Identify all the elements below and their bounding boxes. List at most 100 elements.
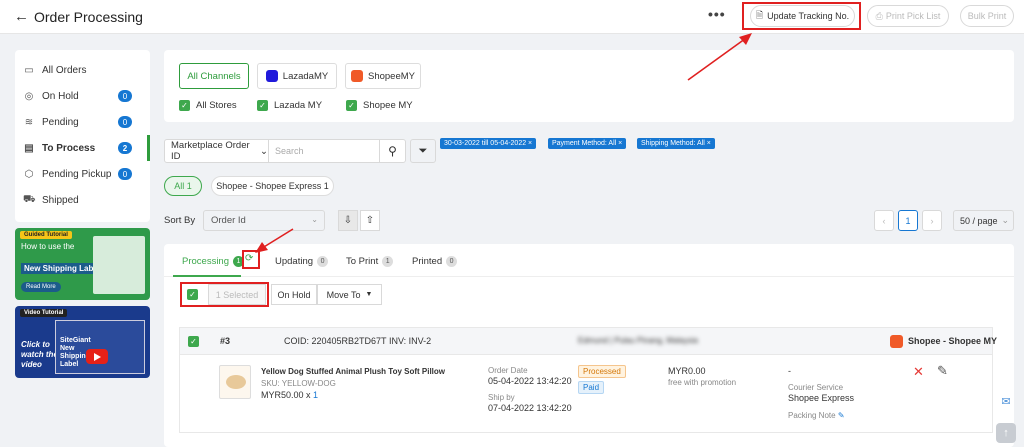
guided-tutorial-banner[interactable]: Guided Tutorial How to use the New Shipp… bbox=[15, 228, 150, 300]
count-badge: 2 bbox=[118, 142, 132, 154]
mail-icon[interactable]: ✉ bbox=[996, 391, 1016, 411]
filter-icon[interactable]: ⏷ bbox=[410, 139, 436, 163]
caret-down-icon: ▼ bbox=[365, 291, 373, 298]
tab-processing[interactable]: Processing 1 bbox=[182, 256, 244, 267]
highlight-box bbox=[742, 2, 861, 30]
order-amount: MYR0.00 bbox=[668, 366, 706, 376]
more-options-icon[interactable]: ••• bbox=[708, 6, 726, 22]
sort-label: Sort By bbox=[164, 215, 196, 226]
sidebar-item-label: To Process bbox=[42, 142, 96, 154]
store-shopee-checkbox[interactable]: ✓ Shopee MY bbox=[346, 100, 413, 111]
per-page-select[interactable]: 50 / page ⌄ bbox=[953, 210, 1014, 231]
channel-label: LazadaMY bbox=[282, 70, 329, 82]
store-label: Lazada MY bbox=[274, 100, 323, 111]
cancel-icon[interactable]: ✕ bbox=[913, 364, 924, 380]
search-field-label: Marketplace Order ID bbox=[171, 140, 250, 162]
sidebar-item-label: Shipped bbox=[42, 194, 79, 206]
sidebar-item-label: On Hold bbox=[42, 90, 79, 102]
tab-to-print[interactable]: To Print 1 bbox=[346, 256, 394, 267]
order-checkbox[interactable]: ✓ bbox=[188, 336, 199, 347]
promo-tag: Video Tutorial bbox=[20, 309, 68, 317]
sidebar-item-shipped[interactable]: ⛟ Shipped bbox=[15, 187, 150, 213]
prev-page-icon[interactable]: ‹ bbox=[874, 210, 894, 231]
courier-label: Courier Service bbox=[788, 383, 844, 392]
product-name[interactable]: Yellow Dog Stuffed Animal Plush Toy Soft… bbox=[261, 367, 445, 376]
chevron-down-icon: ⌄ bbox=[1001, 215, 1010, 225]
status-badge-paid: Paid bbox=[578, 381, 605, 394]
arrow-head bbox=[739, 33, 752, 45]
payment-filter-chip[interactable]: Payment Method: All × bbox=[548, 138, 627, 149]
pill-shopee-express[interactable]: Shopee - Shopee Express 1 bbox=[211, 176, 334, 196]
product-thumbnail[interactable] bbox=[219, 365, 251, 399]
sidebar-item-on-hold[interactable]: ◎ On Hold 0 bbox=[15, 83, 150, 109]
lazada-logo-icon bbox=[265, 70, 278, 82]
channel-lazada-button[interactable]: LazadaMY bbox=[257, 63, 337, 89]
sidebar-item-pending-pickup[interactable]: ⬡ Pending Pickup 0 bbox=[15, 161, 150, 187]
search-field-select[interactable]: Marketplace Order ID ⌄ bbox=[165, 140, 269, 162]
store-label: Shopee MY bbox=[363, 100, 413, 111]
clipboard-icon: ▤ bbox=[24, 142, 34, 154]
order-coid: COID: 220405RB2TD67T bbox=[284, 336, 387, 346]
on-hold-button[interactable]: On Hold bbox=[271, 284, 317, 305]
tab-count: 0 bbox=[317, 256, 329, 267]
sort-select[interactable]: Order Id ⌄ bbox=[203, 210, 325, 231]
video-tutorial-banner[interactable]: Video Tutorial Click to watch the video … bbox=[15, 306, 150, 378]
product-sku: SKU: YELLOW-DOG bbox=[261, 379, 336, 388]
sort-value: Order Id bbox=[211, 215, 246, 226]
read-more-button[interactable]: Read More bbox=[21, 282, 61, 292]
truck-icon: ⛟ bbox=[23, 193, 36, 205]
tab-label: Printed bbox=[412, 256, 443, 267]
sort-desc-icon[interactable]: ⇩ bbox=[338, 210, 358, 231]
courier-service: Shopee Express bbox=[788, 393, 855, 403]
back-arrow-icon[interactable]: ← bbox=[14, 8, 29, 25]
price-qty: MYR50.00 x 1 bbox=[261, 390, 318, 400]
unit-price: MYR50.00 x bbox=[261, 390, 311, 400]
order-number: #3 bbox=[220, 336, 231, 346]
search-group: Marketplace Order ID ⌄ Search ⚲ bbox=[164, 139, 406, 163]
packing-note[interactable]: Packing Note ✎ bbox=[788, 411, 845, 420]
ship-by-date: 07-04-2022 13:42:20 bbox=[488, 403, 572, 413]
move-to-button[interactable]: Move To ▼ bbox=[317, 284, 382, 305]
sidebar-item-all-orders[interactable]: ▭ All Orders bbox=[15, 57, 150, 83]
next-page-icon[interactable]: › bbox=[922, 210, 942, 231]
check-icon: ✓ bbox=[346, 100, 357, 111]
channel-all-button[interactable]: All Channels bbox=[179, 63, 249, 89]
inbox-icon: ▭ bbox=[24, 64, 34, 76]
print-pick-list-button[interactable]: ⎙ Print Pick List bbox=[867, 5, 949, 27]
edit-icon[interactable]: ✎ bbox=[937, 363, 948, 379]
store-lazada-checkbox[interactable]: ✓ Lazada MY bbox=[257, 100, 322, 111]
page-title: Order Processing bbox=[34, 9, 143, 25]
sidebar-item-pending[interactable]: ≋ Pending 0 bbox=[15, 109, 150, 135]
tab-updating[interactable]: Updating 0 bbox=[275, 256, 329, 267]
pill-all[interactable]: All 1 bbox=[164, 176, 202, 196]
shopee-logo-icon bbox=[890, 335, 903, 348]
shipping-filter-chip[interactable]: Shipping Method: All × bbox=[637, 138, 715, 149]
tracking-placeholder: - bbox=[788, 366, 791, 376]
page-number[interactable]: 1 bbox=[898, 210, 918, 231]
check-icon: ✓ bbox=[179, 100, 190, 111]
play-icon[interactable] bbox=[86, 349, 108, 364]
search-icon[interactable]: ⚲ bbox=[379, 140, 405, 162]
store-all-checkbox[interactable]: ✓ All Stores bbox=[179, 100, 237, 111]
tab-printed[interactable]: Printed 0 bbox=[412, 256, 458, 267]
status-badge-processed: Processed bbox=[578, 365, 626, 378]
bulk-print-button[interactable]: Bulk Print bbox=[960, 5, 1014, 27]
box-icon: ⬡ bbox=[24, 168, 34, 180]
scroll-top-icon[interactable]: ↑ bbox=[996, 423, 1016, 443]
chevron-down-icon: ⌄ bbox=[260, 145, 268, 157]
order-date-label: Order Date bbox=[488, 366, 528, 375]
sort-asc-icon[interactable]: ⇧ bbox=[360, 210, 380, 231]
shopee-logo-icon bbox=[350, 70, 363, 82]
customer-info: Edmund | Pulau Pinang, Malaysia bbox=[578, 336, 698, 345]
promo-text: How to use the bbox=[21, 242, 75, 251]
search-input[interactable]: Search bbox=[269, 146, 379, 156]
sidebar-item-to-process[interactable]: ▤ To Process 2 bbox=[15, 135, 150, 161]
video-thumbnail[interactable]: SiteGiant New Shipping Label bbox=[55, 320, 145, 374]
tab-count: 1 bbox=[382, 256, 394, 267]
channel-shopee-button[interactable]: ShopeeMY bbox=[345, 63, 421, 89]
date-filter-chip[interactable]: 30-03-2022 till 05-04-2022 × bbox=[440, 138, 537, 149]
tab-label: Processing bbox=[182, 256, 229, 267]
promotion-note: free with promotion bbox=[668, 378, 737, 387]
shipping-label-illustration bbox=[93, 236, 145, 294]
edit-pencil-icon[interactable]: ✎ bbox=[838, 411, 845, 420]
